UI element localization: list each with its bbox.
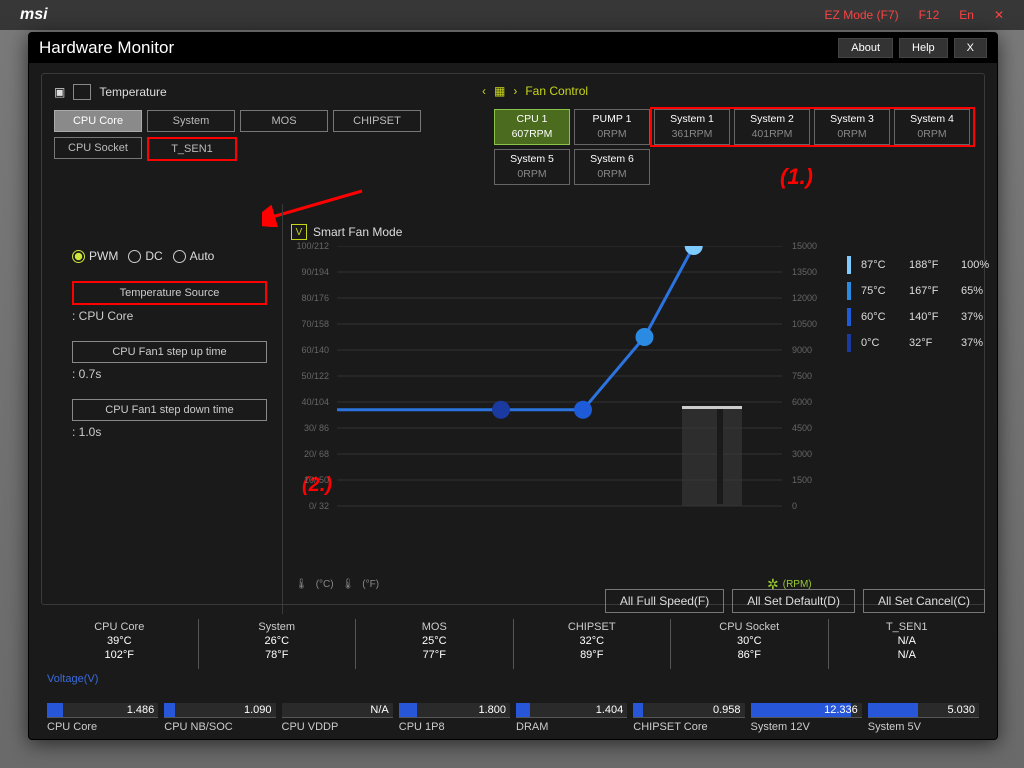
curve-point[interactable] — [685, 246, 703, 255]
temp-tab-t-sen1[interactable]: T_SEN1 — [147, 137, 237, 161]
voltage-strip: 1.486CPU Core1.090CPU NB/SOCN/ACPU VDDP1… — [47, 703, 979, 743]
fan-curve-legend: 87°C188°F100%75°C167°F65%60°C140°F37%0°C… — [847, 252, 989, 356]
bottom-buttons: All Full Speed(F) All Set Default(D) All… — [605, 589, 985, 613]
temperature-readout-strip: CPU Core39°C102°FSystem26°C78°FMOS25°C77… — [41, 619, 985, 669]
prev-icon[interactable]: ‹ — [482, 84, 486, 98]
voltage-readout: 0.958CHIPSET Core — [633, 703, 744, 743]
checkbox-icon: V — [291, 224, 307, 240]
ez-mode[interactable]: EZ Mode (F7) — [825, 8, 899, 22]
temp-readout: T_SEN1N/AN/A — [828, 619, 986, 669]
radio-auto[interactable]: Auto — [173, 249, 215, 263]
legend-row: 0°C32°F37% — [847, 330, 989, 356]
thermometer-c-icon[interactable]: 🌡 — [295, 579, 308, 590]
unit-bar: 🌡(°C) 🌡(°F) ✲(RPM) — [295, 579, 379, 590]
help-button[interactable]: Help — [899, 38, 948, 58]
voltage-label[interactable]: Voltage(V) — [47, 673, 98, 685]
fan-tab-system-4[interactable]: System 40RPM — [894, 109, 970, 145]
collapse-icon[interactable]: ▣ — [54, 85, 65, 99]
temp-tab-chipset[interactable]: CHIPSET — [333, 110, 421, 132]
fan-tab-system-1[interactable]: System 1361RPM — [654, 109, 730, 145]
radio-dc[interactable]: DC — [128, 249, 162, 263]
fan-wave-icon: ▦ — [494, 84, 505, 98]
temp-tab-mos[interactable]: MOS — [240, 110, 328, 132]
temp-wave-icon — [73, 84, 91, 100]
step-up-time-button[interactable]: CPU Fan1 step up time — [72, 341, 267, 363]
fan-control-header: ‹ ▦ › Fan Control — [482, 84, 588, 98]
temp-tab-cpu-core[interactable]: CPU Core — [54, 110, 142, 132]
close-icon[interactable]: ✕ — [994, 8, 1004, 22]
fan-tabs: CPU 1607RPMPUMP 10RPMSystem 1361RPMSyste… — [494, 109, 984, 185]
smart-fan-mode-toggle[interactable]: V Smart Fan Mode — [291, 224, 972, 240]
temp-readout: System26°C78°F — [198, 619, 356, 669]
voltage-readout: 12.336System 12V — [751, 703, 862, 743]
temp-readout: CPU Socket30°C86°F — [670, 619, 828, 669]
temperature-tabs: CPU CoreSystemMOSCHIPSET CPU SocketT_SEN1 — [54, 110, 434, 161]
divider — [282, 204, 283, 614]
voltage-readout: 1.800CPU 1P8 — [399, 703, 510, 743]
fan-mode-radios: PWM DC Auto — [72, 249, 267, 263]
about-button[interactable]: About — [838, 38, 893, 58]
legend-row: 60°C140°F37% — [847, 304, 989, 330]
curve-point[interactable] — [574, 401, 592, 419]
temperature-source-value: : CPU Core — [72, 309, 267, 323]
annotation-arrow — [262, 187, 372, 227]
fan-tab-cpu-1[interactable]: CPU 1607RPM — [494, 109, 570, 145]
screenshot-f12[interactable]: F12 — [919, 8, 940, 22]
titlebar: Hardware Monitor About Help X — [29, 33, 997, 63]
close-button[interactable]: X — [954, 38, 987, 58]
temp-tab-system[interactable]: System — [147, 110, 235, 132]
fan-curve-chart: V Smart Fan Mode 100/21290/19480/17670/1… — [287, 224, 972, 594]
fan-tab-system-3[interactable]: System 30RPM — [814, 109, 890, 145]
voltage-readout: 5.030System 5V — [868, 703, 979, 743]
main-panel: ▣ Temperature ‹ ▦ › Fan Control CPU Core… — [41, 73, 985, 605]
legend-row: 87°C188°F100% — [847, 252, 989, 278]
all-set-default-button[interactable]: All Set Default(D) — [732, 589, 855, 613]
language[interactable]: En — [959, 8, 974, 22]
voltage-readout: 1.486CPU Core — [47, 703, 158, 743]
curve-point[interactable] — [492, 401, 510, 419]
fan-tab-system-6[interactable]: System 60RPM — [574, 149, 650, 185]
temp-readout: CPU Core39°C102°F — [41, 619, 198, 669]
bios-topbar: msi EZ Mode (F7) F12 En ✕ — [0, 0, 1024, 30]
fan-tab-pump-1[interactable]: PUMP 10RPM — [574, 109, 650, 145]
all-set-cancel-button[interactable]: All Set Cancel(C) — [863, 589, 985, 613]
hardware-monitor-window: Hardware Monitor About Help X ▣ Temperat… — [28, 32, 998, 740]
temp-readout: CHIPSET32°C89°F — [513, 619, 671, 669]
legend-row: 75°C167°F65% — [847, 278, 989, 304]
voltage-readout: N/ACPU VDDP — [282, 703, 393, 743]
step-down-time-value: : 1.0s — [72, 425, 267, 439]
fan-curve-plot[interactable] — [287, 246, 787, 526]
all-full-speed-button[interactable]: All Full Speed(F) — [605, 589, 724, 613]
voltage-readout: 1.090CPU NB/SOC — [164, 703, 275, 743]
temp-readout: MOS25°C77°F — [355, 619, 513, 669]
annotation-1: (1.) — [780, 164, 813, 190]
thermometer-f-icon[interactable]: 🌡 — [342, 579, 355, 590]
fan-tab-system-2[interactable]: System 2401RPM — [734, 109, 810, 145]
window-title: Hardware Monitor — [39, 38, 832, 58]
fan-tab-system-5[interactable]: System 50RPM — [494, 149, 570, 185]
next-icon[interactable]: › — [513, 84, 517, 98]
logo: msi — [20, 6, 48, 24]
step-down-time-button[interactable]: CPU Fan1 step down time — [72, 399, 267, 421]
curve-point[interactable] — [636, 328, 654, 346]
temp-tab-cpu-socket[interactable]: CPU Socket — [54, 137, 142, 159]
temperature-source-button[interactable]: Temperature Source — [72, 281, 267, 305]
voltage-readout: 1.404DRAM — [516, 703, 627, 743]
step-up-time-value: : 0.7s — [72, 367, 267, 381]
fan-settings-column: PWM DC Auto Temperature Source (2.) : CP… — [72, 249, 267, 439]
radio-pwm[interactable]: PWM — [72, 249, 118, 263]
